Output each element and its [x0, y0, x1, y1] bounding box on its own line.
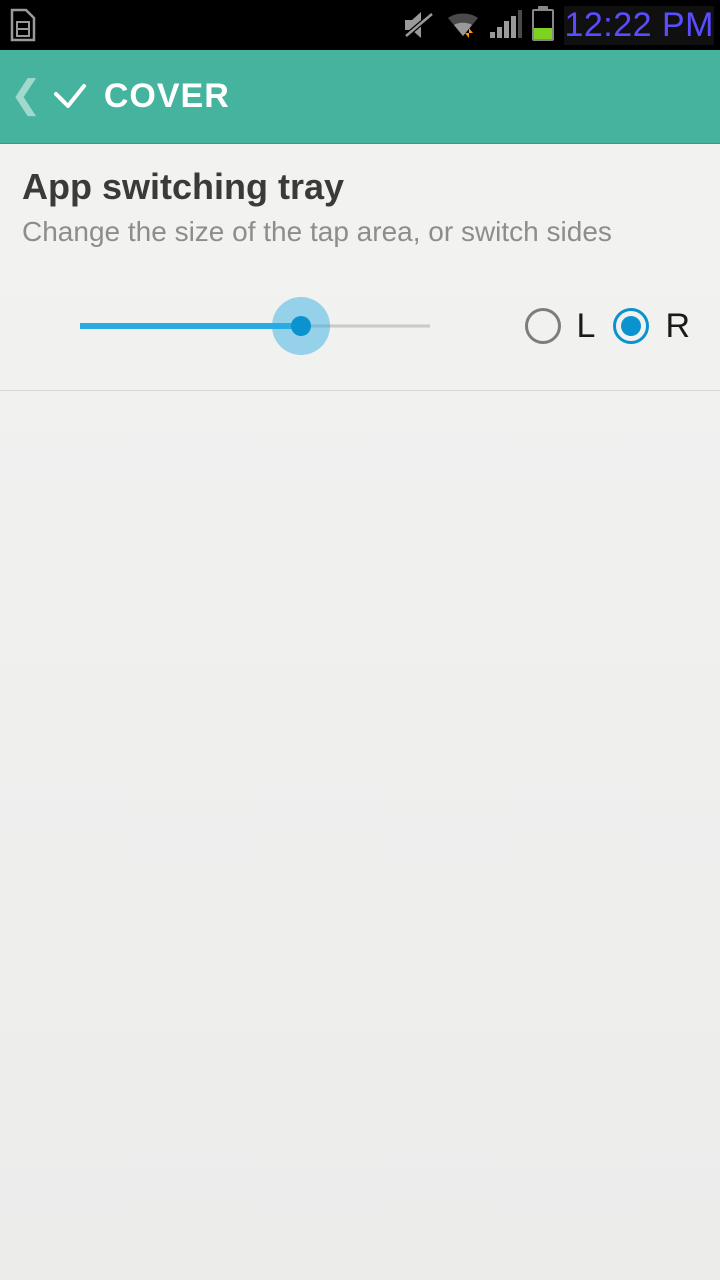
status-clock: 12:22 PM — [564, 6, 714, 45]
section-header: App switching tray Change the size of th… — [0, 144, 720, 268]
app-logo-icon — [52, 74, 92, 119]
side-radio-left[interactable] — [525, 308, 561, 344]
app-title: COVER — [104, 77, 230, 116]
slider-fill — [80, 323, 301, 329]
mute-icon — [402, 10, 436, 40]
wifi-icon — [446, 10, 480, 40]
controls-row: L R — [0, 268, 720, 391]
status-bar: 12:22 PM — [0, 0, 720, 50]
sim-card-icon — [8, 8, 38, 42]
signal-icon — [490, 10, 522, 40]
side-radio-group: L R — [517, 307, 700, 346]
section-subtitle: Change the size of the tap area, or swit… — [22, 214, 698, 250]
battery-icon — [532, 9, 554, 41]
back-button[interactable]: ❮ — [8, 76, 48, 118]
slider-thumb[interactable] — [291, 316, 311, 336]
section-title: App switching tray — [22, 166, 698, 208]
side-radio-right-label: R — [665, 307, 690, 346]
tap-area-size-slider[interactable] — [80, 296, 430, 356]
side-radio-right[interactable] — [613, 308, 649, 344]
side-radio-left-label: L — [577, 307, 596, 346]
app-bar: ❮ COVER — [0, 50, 720, 144]
